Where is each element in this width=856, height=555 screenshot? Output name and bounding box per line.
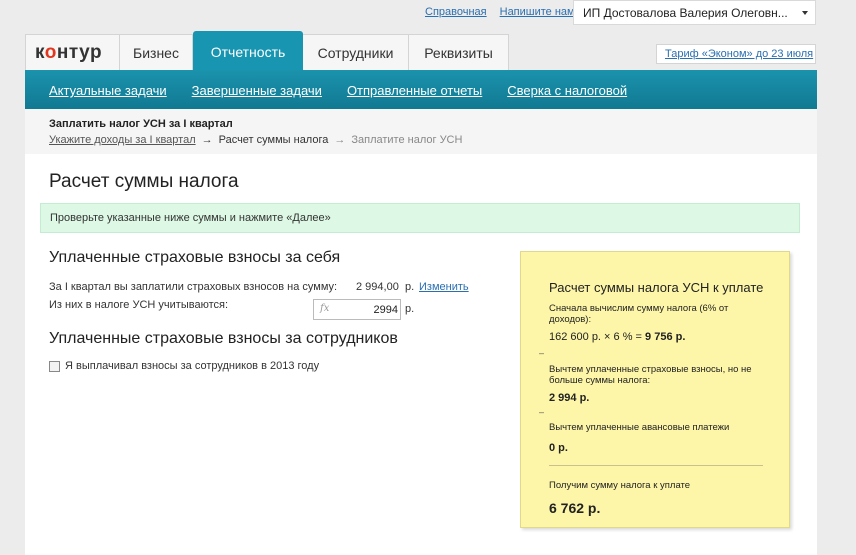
employee-contrib-label[interactable]: Я выплачивал взносы за сотрудников в 201…	[65, 360, 319, 372]
page-title: Расчет суммы налога	[49, 171, 239, 192]
tab-business[interactable]: Бизнес	[120, 34, 193, 70]
main-nav: контур Бизнес Отчетность Сотрудники Рекв…	[25, 31, 509, 70]
breadcrumb: Заплатить налог УСН за I квартал Укажите…	[25, 109, 817, 154]
step-pay: Заплатите налог УСН	[351, 134, 463, 146]
content-panel: Заплатить налог УСН за I квартал Укажите…	[25, 109, 817, 555]
calc-formula-result: 9 756 р.	[645, 331, 686, 343]
tax-calculation-card: Расчет суммы налога УСН к уплате Сначала…	[520, 251, 790, 528]
kontur-logo[interactable]: контур	[25, 34, 120, 70]
step-trail: Укажите доходы за I квартал → Расчет суммы…	[49, 134, 817, 146]
logo-text-o: о	[44, 42, 57, 63]
self-contrib-heading: Уплаченные страховые взносы за себя	[49, 249, 341, 266]
contact-link[interactable]: Напишите нам	[500, 6, 575, 18]
arrow-right-icon: →	[201, 134, 213, 146]
counted-input-wrapper: fx	[313, 299, 401, 320]
counted-input[interactable]	[338, 302, 398, 317]
counted-label: Из них в налоге УСН учитываются:	[49, 299, 229, 311]
subtab-sent-reports[interactable]: Отправленные отчеты	[347, 83, 482, 109]
calc-formula: 162 600 р. × 6 % = 9 756 р.	[549, 332, 769, 343]
calc-formula-expr: 162 600 р. × 6 % =	[549, 331, 642, 343]
logo-text-start: к	[35, 42, 45, 63]
calc-step1-text: Сначала вычислим сумму налога (6% от дох…	[549, 303, 729, 325]
employee-contrib-option: Я выплачивал взносы за сотрудников в 201…	[49, 360, 319, 372]
calc-step2-text: Вычтем уплаченные страховые взносы, но н…	[549, 364, 752, 386]
sub-nav: Актуальные задачи Завершенные задачи Отп…	[25, 70, 817, 109]
paid-amount: 2 994,00	[356, 281, 399, 293]
counted-currency: р.	[405, 303, 415, 315]
paid-currency: р.	[405, 281, 415, 293]
arrow-right-icon: →	[334, 134, 346, 146]
subtab-tax-reconciliation[interactable]: Сверка с налоговой	[507, 83, 627, 109]
employee-contrib-checkbox[interactable]	[49, 360, 60, 372]
divider	[549, 465, 763, 466]
minus-sign: –	[539, 407, 545, 417]
calc-step2-value: 2 994 р.	[549, 392, 590, 404]
change-link[interactable]: Изменить	[419, 281, 469, 293]
tariff-link[interactable]: Тариф «Эконом» до 23 июля	[656, 44, 816, 64]
top-links: Справочная Напишите нам	[425, 6, 575, 18]
info-notice: Проверьте указанные ниже суммы и нажмите…	[40, 203, 800, 233]
calc-result-value: 6 762 р.	[549, 500, 601, 516]
task-title: Заплатить налог УСН за I квартал	[49, 118, 233, 130]
tab-reporting[interactable]: Отчетность	[193, 31, 303, 70]
employee-contrib-heading: Уплаченные страховые взносы за сотрудник…	[49, 330, 398, 347]
minus-sign: –	[539, 348, 545, 358]
subtab-current-tasks[interactable]: Актуальные задачи	[49, 83, 167, 109]
tab-requisites[interactable]: Реквизиты	[409, 34, 509, 70]
paid-label: За I квартал вы заплатили страховых взно…	[49, 281, 338, 293]
chevron-down-icon	[802, 11, 808, 15]
step-income[interactable]: Укажите доходы за I квартал	[49, 134, 196, 146]
calc-step3-text: Вычтем уплаченные авансовые платежи	[549, 422, 730, 433]
logo-text-end: нтур	[56, 42, 103, 63]
help-link[interactable]: Справочная	[425, 6, 487, 18]
formula-icon: fx	[320, 303, 330, 314]
organization-name: ИП Достовалова Валерия Олеговн...	[583, 6, 788, 20]
calc-step3-value: 0 р.	[549, 442, 568, 454]
calc-title: Расчет суммы налога УСН к уплате	[549, 280, 764, 295]
step-calc: Расчет суммы налога	[218, 134, 329, 146]
subtab-completed-tasks[interactable]: Завершенные задачи	[192, 83, 322, 109]
calc-result-text: Получим сумму налога к уплате	[549, 480, 691, 491]
tab-employees[interactable]: Сотрудники	[303, 34, 409, 70]
organization-select[interactable]: ИП Достовалова Валерия Олеговн...	[573, 0, 816, 25]
